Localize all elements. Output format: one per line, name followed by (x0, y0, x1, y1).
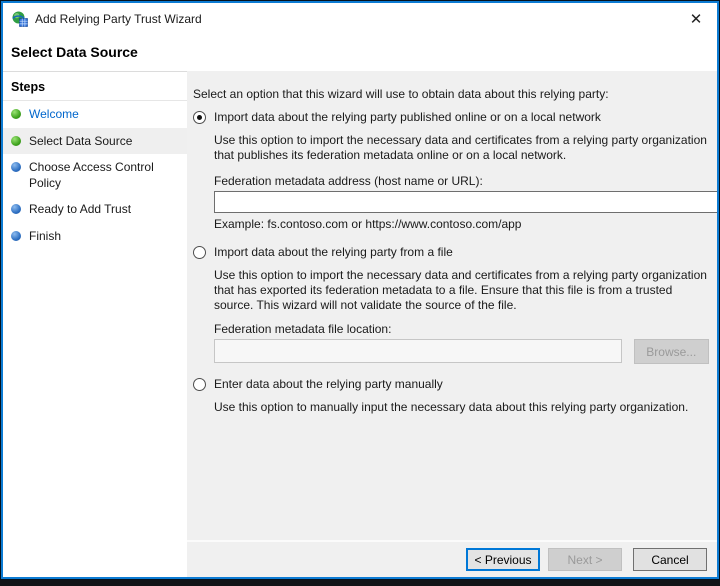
federation-metadata-address-label: Federation metadata address (host name o… (214, 174, 483, 188)
sidebar-item-ready-to-add-trust: Ready to Add Trust (3, 196, 187, 223)
window-accent-border: Add Relying Party Trust Wizard ✕ Select … (1, 1, 719, 579)
browse-button: Browse... (633, 339, 709, 364)
radio-import-online[interactable] (193, 111, 206, 124)
sidebar-item-finish: Finish (3, 223, 187, 250)
address-example-text: Example: fs.contoso.com or https://www.c… (214, 217, 522, 231)
option-description: Use this option to import the necessary … (214, 133, 707, 162)
sidebar-item-label: Finish (29, 228, 62, 243)
option-label[interactable]: Enter data about the relying party manua… (214, 377, 443, 392)
option-label[interactable]: Import data about the relying party from… (214, 245, 453, 260)
sidebar-item-label: Ready to Add Trust (29, 202, 132, 217)
relying-party-trust-icon (12, 11, 28, 27)
sidebar-item-choose-access-control-policy: Choose Access Control Policy (3, 154, 187, 196)
steps-sidebar: Steps Welcome Select Data Source Choose … (3, 71, 187, 577)
sidebar-item-label: Select Data Source (29, 133, 133, 148)
step-done-bullet-icon (11, 109, 21, 119)
step-done-bullet-icon (11, 135, 21, 146)
sidebar-item-welcome[interactable]: Welcome (3, 101, 187, 128)
wizard-footer: < Previous Next > Cancel (187, 540, 717, 577)
radio-enter-manually[interactable] (193, 378, 206, 391)
page-title: Select Data Source (11, 44, 138, 60)
sidebar-item-label: Choose Access Control Policy (29, 160, 154, 190)
title-bar: Add Relying Party Trust Wizard ✕ (3, 3, 717, 35)
next-button: Next > (548, 548, 622, 571)
cancel-button[interactable]: Cancel (633, 548, 707, 571)
option-label[interactable]: Import data about the relying party publ… (214, 110, 601, 125)
option-description: Use this option to import the necessary … (214, 268, 707, 312)
option-import-file[interactable]: Import data about the relying party from… (193, 245, 709, 260)
option-enter-manually[interactable]: Enter data about the relying party manua… (193, 377, 709, 392)
wizard-body: Steps Welcome Select Data Source Choose … (3, 71, 717, 577)
previous-button[interactable]: < Previous (466, 548, 540, 571)
desktop-background: Add Relying Party Trust Wizard ✕ Select … (0, 0, 720, 586)
federation-metadata-file-input (214, 339, 622, 363)
option-import-online[interactable]: Import data about the relying party publ… (193, 110, 709, 125)
federation-metadata-address-input[interactable] (214, 191, 717, 213)
federation-metadata-file-label: Federation metadata file location: (214, 322, 392, 336)
window-title: Add Relying Party Trust Wizard (35, 12, 202, 26)
sidebar-item-select-data-source[interactable]: Select Data Source (3, 127, 187, 155)
step-pending-bullet-icon (11, 162, 21, 173)
steps-heading: Steps (3, 80, 187, 101)
content-panel: Select an option that this wizard will u… (187, 71, 717, 577)
step-pending-bullet-icon (11, 230, 21, 241)
sidebar-item-label: Welcome (29, 107, 79, 121)
close-icon[interactable]: ✕ (685, 12, 707, 27)
option-description: Use this option to manually input the ne… (214, 400, 689, 414)
radio-import-file[interactable] (193, 246, 206, 259)
step-pending-bullet-icon (11, 204, 21, 215)
intro-text: Select an option that this wizard will u… (193, 87, 609, 101)
wizard-window: Add Relying Party Trust Wizard ✕ Select … (0, 0, 720, 580)
